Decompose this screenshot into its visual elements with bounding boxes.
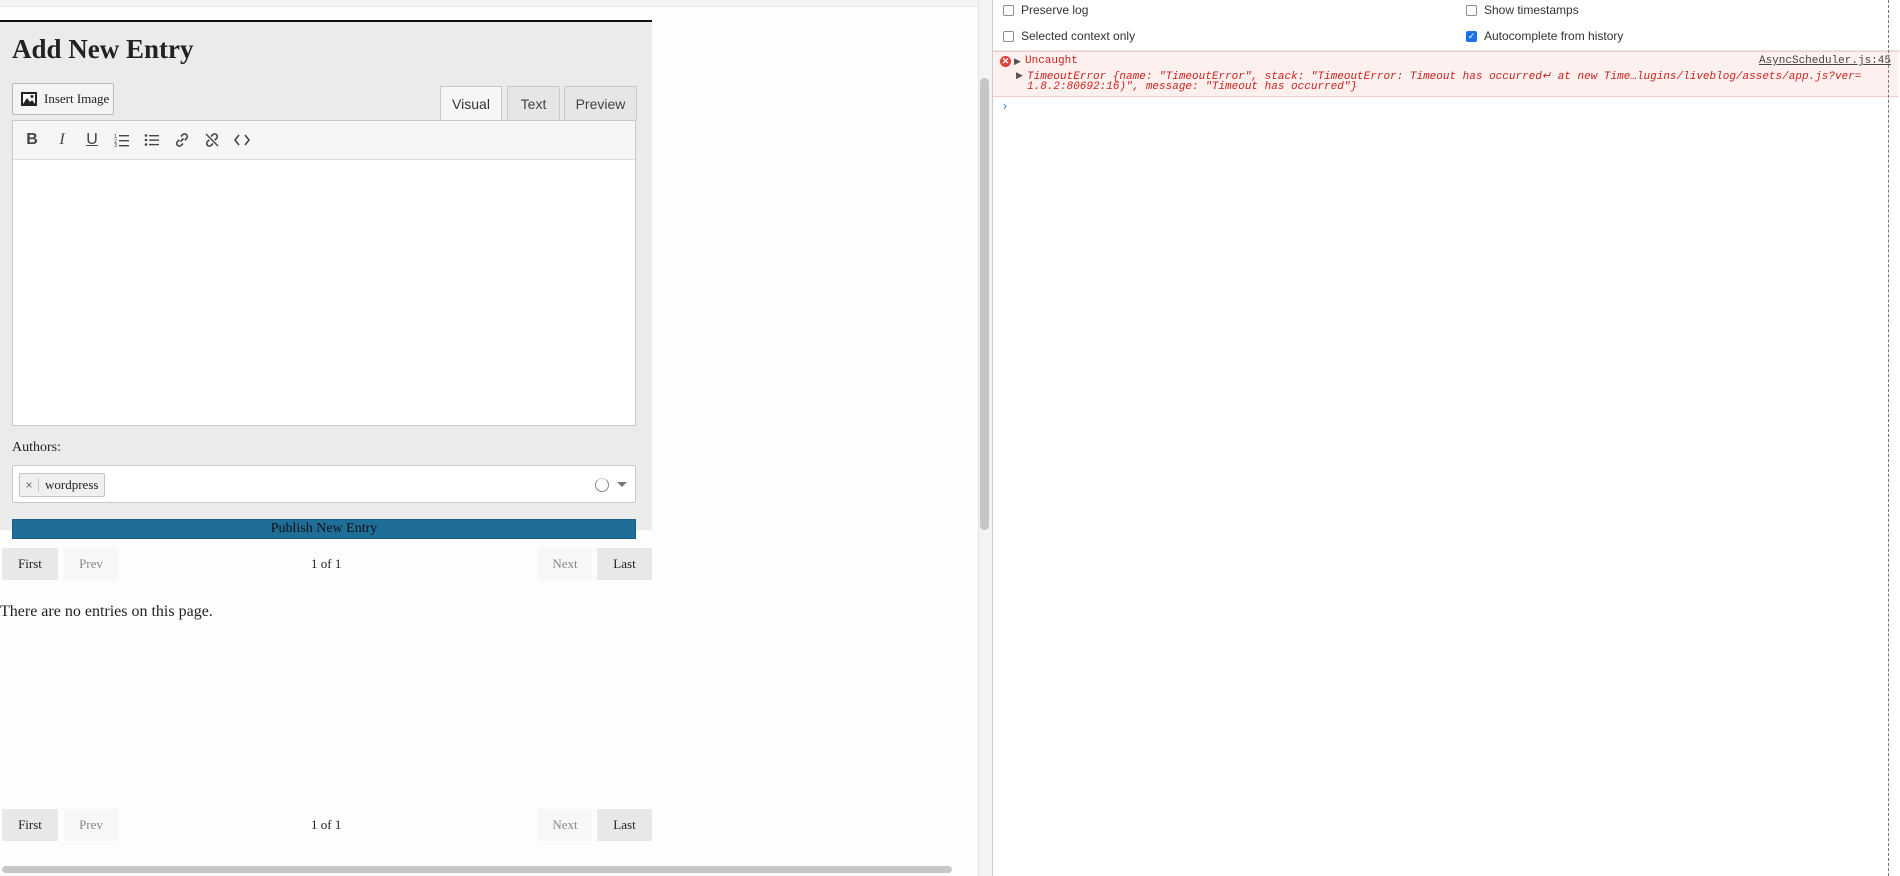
loading-spinner-icon (595, 478, 609, 492)
preserve-log-checkbox[interactable] (1003, 4, 1014, 16)
selected-context-option[interactable]: Selected context only (1003, 29, 1135, 43)
last-page-button-bottom[interactable]: Last (597, 809, 652, 841)
bullet-list-icon[interactable] (139, 128, 165, 152)
author-tag: × wordpress (19, 473, 106, 497)
selected-context-label: Selected context only (1021, 29, 1136, 43)
italic-icon[interactable]: I (49, 128, 75, 152)
editor-content-area[interactable] (13, 160, 635, 425)
next-page-button-bottom[interactable]: Next (538, 809, 592, 841)
show-timestamps-label: Show timestamps (1484, 3, 1579, 17)
tab-visual[interactable]: Visual (440, 86, 502, 120)
page-info: 1 of 1 (311, 556, 342, 571)
code-icon[interactable] (229, 128, 255, 152)
unlink-icon[interactable] (199, 128, 225, 152)
prev-page-button[interactable]: Prev (64, 548, 118, 580)
expand-error-icon[interactable]: ▶ (1014, 56, 1021, 67)
underline-icon[interactable]: U (79, 128, 105, 152)
autocomplete-history-label: Autocomplete from history (1484, 29, 1624, 43)
entry-editor: B I U 123 (12, 120, 636, 426)
image-icon (20, 90, 38, 108)
insert-image-label: Insert Image (44, 91, 110, 106)
selected-context-checkbox[interactable] (1003, 30, 1014, 42)
tab-preview[interactable]: Preview (564, 86, 637, 120)
editor-toolbar: B I U 123 (13, 121, 635, 160)
panel-title: Add New Entry (12, 34, 194, 64)
page-top-bar (0, 0, 980, 7)
page-info-bottom: 1 of 1 (311, 817, 342, 832)
web-page: Add New Entry Insert Image Visual Text P… (0, 0, 980, 876)
ordered-list-icon[interactable]: 123 (109, 128, 135, 152)
bold-icon[interactable]: B (19, 128, 45, 152)
devtools-console: Preserve log Selected context only Show … (992, 0, 1900, 876)
expand-object-icon[interactable]: ▶ (1016, 70, 1023, 81)
first-page-button[interactable]: First (2, 548, 58, 580)
horizontal-scrollbar[interactable] (2, 866, 952, 873)
link-icon[interactable] (169, 128, 195, 152)
dashed-guide-line (1888, 0, 1889, 876)
svg-text:3: 3 (114, 143, 117, 147)
remove-author-icon[interactable]: × (20, 478, 39, 492)
autocomplete-history-checkbox[interactable] (1466, 30, 1477, 42)
prev-page-button-bottom[interactable]: Prev (64, 809, 118, 841)
error-icon: ✕ (1000, 56, 1011, 67)
first-page-button-bottom[interactable]: First (2, 809, 58, 841)
preserve-log-label: Preserve log (1021, 3, 1089, 17)
empty-entries-message: There are no entries on this page. (0, 603, 213, 620)
console-prompt-icon[interactable]: › (1003, 99, 1007, 113)
autocomplete-history-option[interactable]: Autocomplete from history (1466, 29, 1623, 43)
add-entry-panel: Add New Entry Insert Image Visual Text P… (0, 20, 652, 539)
show-timestamps-option[interactable]: Show timestamps (1466, 3, 1579, 17)
authors-label: Authors: (12, 440, 61, 455)
console-error-message: ✕ ▶ Uncaught AsyncScheduler.js:45 ▶ Time… (993, 51, 1899, 97)
last-page-button[interactable]: Last (597, 548, 652, 580)
publish-entry-button[interactable]: Publish New Entry (12, 519, 636, 539)
show-timestamps-checkbox[interactable] (1466, 4, 1477, 16)
tab-text[interactable]: Text (507, 86, 560, 120)
preserve-log-option[interactable]: Preserve log (1003, 3, 1088, 17)
author-tag-label: wordpress (45, 477, 99, 492)
vertical-scrollbar[interactable] (980, 78, 989, 530)
error-detail-line-2: 1.8.2:80692:16)", message: "Timeout has … (1027, 81, 1358, 93)
next-page-button[interactable]: Next (538, 548, 592, 580)
insert-image-button[interactable]: Insert Image (12, 83, 114, 115)
error-title: Uncaught (1025, 55, 1078, 67)
dropdown-caret-icon[interactable] (617, 482, 627, 487)
error-source-link[interactable]: AsyncScheduler.js:45 (1759, 55, 1891, 67)
authors-select[interactable]: × wordpress (12, 465, 636, 503)
